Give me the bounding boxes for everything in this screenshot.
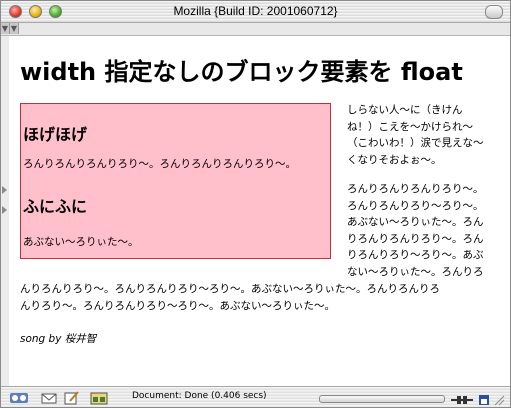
text-line: ない〜ろりぃた〜。ろんりろ <box>347 265 484 278</box>
text-line: んりろり〜。ろんりろんりろり〜ろり〜。あぶない〜ろりぃた〜。 <box>20 300 335 312</box>
sidebar-expand-icon[interactable] <box>2 186 7 194</box>
collapse-toolbar-button[interactable] <box>485 5 503 19</box>
text-line: しらない人〜に（きけん <box>347 104 463 116</box>
text-line: りろんりろんりろり〜。ろん <box>347 232 484 245</box>
mail-icon[interactable] <box>41 390 57 404</box>
text-line: ろんりろんりろんりろり〜。 <box>347 183 484 195</box>
collapsed-toolbar-strip[interactable]: ▼ ▼ <box>1 23 510 36</box>
float-heading-hogehoge: ほげほげ <box>23 125 88 144</box>
float-block: ほげほげ ろんりろんりろんりろり〜。ろんりろんりろんりろり〜。 ふにふに あぶな… <box>20 103 331 259</box>
text-line: （こわいわ！）涙で見えな〜 <box>347 137 484 149</box>
text-line: ね！）こえを〜かけられ〜 <box>347 120 473 133</box>
progress-meter <box>319 395 445 403</box>
toolbar-grippy-1[interactable]: ▼ <box>1 23 10 34</box>
float-text-2: あぶない〜ろりぃた〜。 <box>23 236 139 248</box>
song-credit: song by 桜井智 <box>20 331 96 346</box>
window-title: Mozilla {Build ID: 2001060712} <box>173 4 338 18</box>
text-line: くなりそおよぉ〜。 <box>347 153 442 166</box>
float-heading-funifuni: ふにふに <box>23 197 88 216</box>
text-line: んりろんりろり〜。ろんりろんりろり〜ろり〜。あぶない〜ろりぃた〜。ろんりろんりろ <box>20 283 440 295</box>
page-heading: width 指定なしのブロック要素を float <box>20 58 463 86</box>
browser-window: Mozilla {Build ID: 2001060712} ▼ ▼ width… <box>0 0 511 408</box>
security-lock-icon[interactable] <box>478 391 490 405</box>
status-text: Document: Done (0.406 secs) <box>132 391 267 401</box>
toolbar-grippy-2[interactable]: ▼ <box>10 23 19 34</box>
side-paragraph-1: しらない人〜に（きけん ね！）こえを〜かけられ〜 （こわいわ！）涙で見えな〜 く… <box>347 102 510 168</box>
online-status-icon[interactable] <box>451 391 473 404</box>
status-bar: Document: Done (0.406 secs) <box>1 386 510 407</box>
address-book-icon[interactable] <box>90 390 108 405</box>
float-text-1: ろんりろんりろんりろり〜。ろんりろんりろんりろり〜。 <box>23 158 296 170</box>
navigator-icon[interactable] <box>9 390 28 404</box>
credit-name: 桜井智 <box>64 333 97 345</box>
title-bar[interactable]: Mozilla {Build ID: 2001060712} <box>1 1 510 23</box>
credit-prefix: song by <box>20 333 62 345</box>
page-content: width 指定なしのブロック要素を float ほげほげ ろんりろんりろんりろ… <box>9 36 510 386</box>
composer-icon[interactable] <box>64 390 80 405</box>
sidebar-expand-icon[interactable] <box>2 206 7 214</box>
text-line: ろんりろんりろり〜ろり〜。 <box>347 199 484 212</box>
resize-grip-icon[interactable] <box>493 391 505 406</box>
text-line: あぶない〜ろりぃた〜。ろん <box>347 216 484 228</box>
text-line: りろんりろり〜ろり〜。あぶ <box>347 249 484 261</box>
side-paragraph-2: ろんりろんりろんりろり〜。 ろんりろんりろり〜ろり〜。 あぶない〜ろりぃた〜。ろ… <box>347 181 510 280</box>
